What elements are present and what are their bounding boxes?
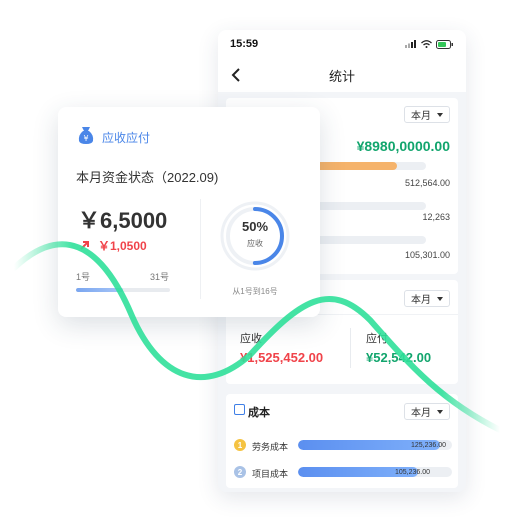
receivable-label: 应收 <box>240 333 262 345</box>
signal-icon <box>405 40 416 48</box>
delta-value: ￥1,0500 <box>98 239 147 253</box>
nav-bar: 统计 <box>218 58 466 92</box>
ring-label: 应收 <box>247 239 263 248</box>
cost-card: 成本 本月 1 劳务成本 125,236.00 2 项目成本 105,236.0… <box>226 394 458 488</box>
divider <box>350 328 351 368</box>
back-icon[interactable] <box>226 64 246 86</box>
scale-end: 31号 <box>150 272 170 282</box>
status-bar: 15:59 <box>218 30 466 58</box>
period-select-label: 本月 <box>411 295 431 306</box>
ring-range: 从1号到16号 <box>232 287 278 296</box>
rank-badge-2: 2 <box>234 466 246 478</box>
row-value-2: 12,263 <box>422 212 450 222</box>
rank-badge-1: 1 <box>234 439 246 451</box>
cost-row-label: 劳务成本 <box>252 442 289 452</box>
amount-value: ￥6,5000 <box>78 208 168 233</box>
ring-percent: 50% <box>241 219 269 234</box>
payable-label: 应付 <box>366 333 388 345</box>
cost-value-1: 125,236.00 <box>410 442 446 449</box>
period-progress-track <box>76 288 170 292</box>
period-select-label: 本月 <box>411 111 431 122</box>
arrow-up-right-icon <box>80 241 89 250</box>
page-title: 统计 <box>328 68 355 84</box>
row-value-3: 105,301.00 <box>404 250 450 260</box>
divider <box>200 199 201 299</box>
payable-value: ¥52,542.00 <box>366 350 432 365</box>
card-subtitle: 本月资金状态（2022.09) <box>76 170 219 185</box>
cost-title: 成本 <box>248 407 270 419</box>
chevron-down-icon <box>437 296 443 301</box>
status-time: 15:59 <box>230 38 259 50</box>
period-select[interactable]: 本月 <box>404 290 450 307</box>
period-select-label: 本月 <box>411 408 431 419</box>
progress-ring <box>220 201 290 271</box>
receivable-value: ¥1,525,452.00 <box>240 350 324 365</box>
wifi-icon <box>421 40 432 48</box>
card-tag: 应收应付 <box>102 131 151 145</box>
row-value-1: 512,564.00 <box>404 178 450 188</box>
chevron-down-icon <box>437 112 443 117</box>
svg-text:¥: ¥ <box>83 134 88 143</box>
cost-icon <box>234 404 245 415</box>
money-bag-icon: ¥ <box>78 127 94 144</box>
total-amount: ¥8980,0000.00 <box>356 138 450 154</box>
system-icons <box>405 39 454 49</box>
period-select[interactable]: 本月 <box>404 106 450 123</box>
battery-icon <box>436 39 453 49</box>
receivable-status-card: ¥ 应收应付 本月资金状态（2022.09) ￥6,5000 ￥1,0500 1… <box>58 107 320 317</box>
scale-start: 1号 <box>76 272 91 282</box>
period-progress-fill <box>76 288 123 292</box>
period-select[interactable]: 本月 <box>404 403 450 420</box>
chevron-down-icon <box>437 409 443 414</box>
cost-row-label: 项目成本 <box>252 469 289 479</box>
cost-value-2: 105,236.00 <box>394 469 430 476</box>
